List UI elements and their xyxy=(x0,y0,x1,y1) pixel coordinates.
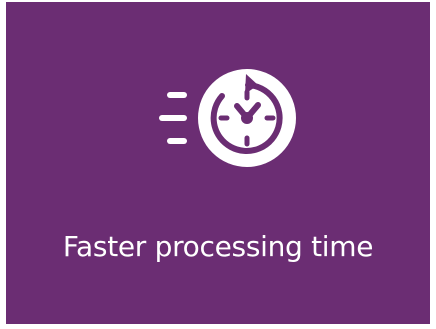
speed-lines xyxy=(159,92,187,144)
fast-clock-icon xyxy=(159,69,296,167)
clock-center xyxy=(241,112,253,124)
tile-caption: Faster processing time xyxy=(62,230,374,263)
feature-tile: Faster processing time xyxy=(6,2,430,324)
